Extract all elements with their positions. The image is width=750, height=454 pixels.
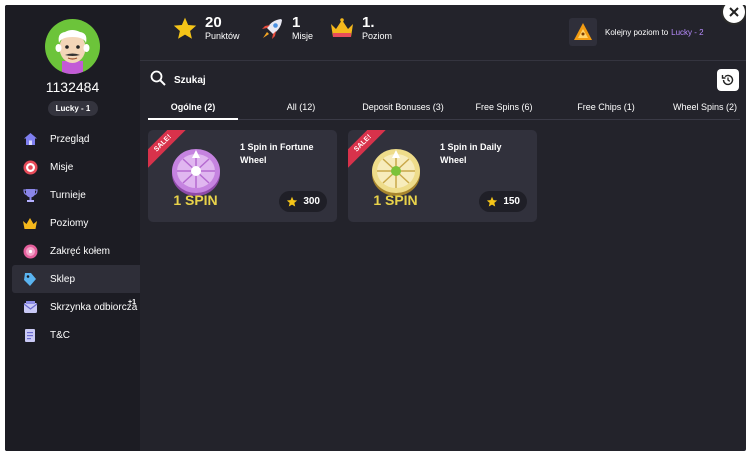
daily-wheel-icon — [370, 145, 422, 197]
history-button[interactable] — [717, 69, 739, 91]
history-icon — [721, 74, 734, 86]
points-value: 20 — [205, 14, 222, 31]
next-level-badge-icon — [569, 18, 597, 46]
inbox-count-badge: +1 — [128, 299, 136, 306]
sidebar-item-turnieje[interactable]: Turnieje — [12, 181, 140, 209]
sidebar-item-label: Skrzynka odbiorcza — [50, 301, 138, 313]
tab-free-chips[interactable]: Free Chips (1) — [566, 100, 646, 120]
sidebar-item-tc[interactable]: T&C — [12, 321, 140, 349]
stats-header: 20 Punktów 1 Misje 1. Poziom Kolejny poz… — [140, 5, 746, 61]
product-title: 1 Spin in Fortune Wheel — [240, 142, 314, 165]
points-stat: 20 Punktów — [172, 15, 240, 42]
sidebar-item-skrzynka-odbiorcza[interactable]: Skrzynka odbiorcza +1 — [12, 293, 140, 321]
tab-ogolne[interactable]: Ogólne (2) — [148, 100, 238, 120]
spin-label: 1 SPIN — [373, 192, 418, 208]
category-tabs: Ogólne (2) All (12) Deposit Bonuses (3) … — [148, 100, 740, 120]
home-icon — [22, 131, 38, 147]
search-icon — [150, 70, 166, 91]
product-card[interactable]: 1 SPIN SALE! 1 Spin in Daily Wheel 150 — [348, 130, 537, 222]
buy-button[interactable]: 150 — [479, 191, 527, 212]
tab-deposit-bonuses[interactable]: Deposit Bonuses (3) — [352, 100, 454, 120]
tab-wheel-spins[interactable]: Wheel Spins (2) — [664, 100, 746, 120]
shop-modal: 1132484 Lucky - 1 Przegląd Misje Turniej… — [5, 5, 746, 451]
star-icon — [287, 196, 298, 206]
star-icon — [172, 16, 198, 42]
sidebar: 1132484 Lucky - 1 Przegląd Misje Turniej… — [5, 5, 140, 451]
sidebar-item-misje[interactable]: Misje — [12, 153, 140, 181]
trophy-icon — [22, 187, 38, 203]
user-id: 1132484 — [45, 79, 100, 95]
missions-label: Misje — [292, 31, 314, 41]
search-bar — [150, 69, 570, 91]
sidebar-item-label: Przegląd — [50, 133, 90, 145]
rocket-icon — [259, 16, 285, 42]
tab-free-spins[interactable]: Free Spins (6) — [464, 100, 544, 120]
points-label: Punktów — [205, 31, 240, 41]
sidebar-item-label: Sklep — [50, 273, 76, 285]
level-stat: 1. Poziom — [329, 15, 392, 42]
wheel-icon — [22, 243, 38, 259]
sidebar-item-label: T&C — [50, 329, 70, 341]
buy-button[interactable]: 300 — [279, 191, 327, 212]
level-label: Poziom — [362, 31, 393, 41]
sidebar-item-sklep[interactable]: Sklep — [12, 265, 140, 293]
sidebar-item-label: Turnieje — [50, 189, 86, 201]
tag-icon — [22, 271, 38, 287]
sidebar-item-label: Misje — [50, 161, 74, 173]
next-level-text: Kolejny poziom to — [605, 27, 669, 37]
sidebar-item-poziomy[interactable]: Poziomy — [12, 209, 140, 237]
next-level-info: Kolejny poziom to Lucky - 2 — [569, 18, 704, 46]
search-input[interactable] — [174, 74, 474, 86]
product-price: 300 — [303, 196, 320, 207]
sidebar-item-label: Zakręć kołem — [50, 245, 111, 257]
sidebar-item-zakrec-kolem[interactable]: Zakręć kołem — [12, 237, 140, 265]
spin-label: 1 SPIN — [173, 192, 218, 208]
product-card[interactable]: 1 SPIN SALE! 1 Spin in Fortune Wheel 300 — [148, 130, 337, 222]
target-icon — [22, 159, 38, 175]
level-value: 1. — [362, 14, 375, 31]
avatar — [45, 19, 100, 74]
level-badge: Lucky - 1 — [48, 101, 98, 116]
crown-icon — [22, 215, 38, 231]
product-title: 1 Spin in Daily Wheel — [440, 142, 502, 165]
fortune-wheel-icon — [170, 145, 222, 197]
close-icon — [729, 7, 739, 17]
product-price: 150 — [503, 196, 520, 207]
sidebar-item-label: Poziomy — [50, 217, 89, 229]
sidebar-item-przeglad[interactable]: Przegląd — [12, 125, 140, 153]
star-icon — [487, 196, 498, 206]
sidebar-nav: Przegląd Misje Turnieje Poziomy Zakręć k… — [12, 125, 140, 349]
inbox-icon — [22, 299, 38, 315]
missions-value: 1 — [292, 14, 301, 31]
tab-all[interactable]: All (12) — [256, 100, 346, 120]
close-button[interactable] — [721, 5, 746, 25]
missions-stat: 1 Misje — [259, 15, 313, 42]
next-level-name: Lucky - 2 — [671, 27, 704, 37]
document-icon — [22, 327, 38, 343]
crown-icon — [329, 16, 355, 42]
